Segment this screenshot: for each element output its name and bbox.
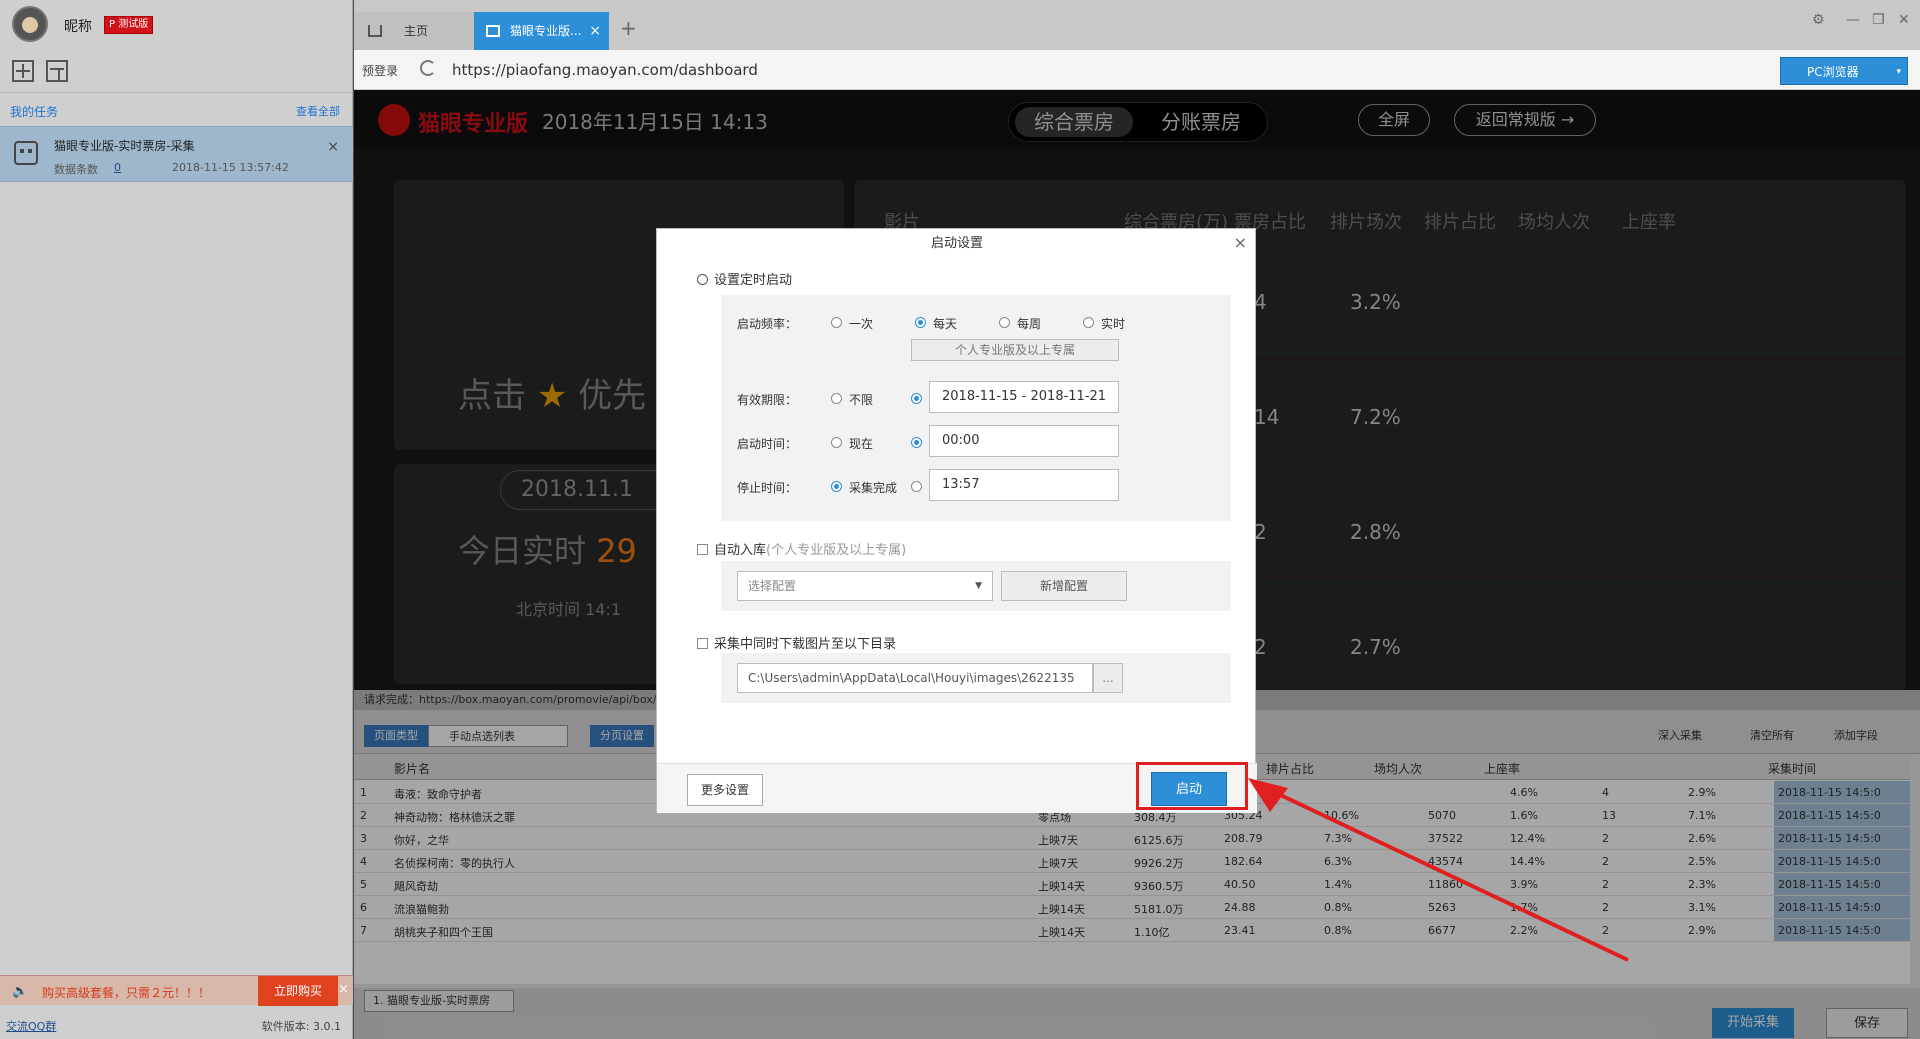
download-panel: C:\Users\admin\AppData\Local\Houyi\image… [721,653,1231,703]
task-count-label: 数据条数 [54,163,98,176]
new-config-button[interactable]: 新增配置 [1001,571,1127,601]
tab-bar: 主页 猫眼专业版... × + ⚙ — ❐ ✕ [354,0,1920,50]
new-task-icon[interactable] [12,60,34,82]
browse-button[interactable]: ... [1093,663,1123,693]
freq-realtime-label: 实时 [1101,317,1126,331]
dialog-title: 启动设置 [930,236,983,251]
my-tasks-header: 我的任务 查看全部 [0,92,352,124]
app-window: 昵称 P 测试版 我的任务 查看全部 猫眼专业版-实时票房-采集 数据条数 0 … [0,0,1920,1039]
auto-db-section: 自动入库(个人专业版及以上专属) [697,539,906,558]
auto-db-note: (个人专业版及以上专属) [766,543,907,558]
settings-icon[interactable]: ⚙ [1812,12,1825,28]
tab-close-icon[interactable]: × [589,12,601,50]
timer-panel: 启动频率： 一次 每天 每周 实时 个人专业版及以上专属 有效期限： 不限 20… [721,295,1231,521]
auto-db-panel: 选择配置 ▼ 新增配置 [721,561,1231,611]
valid-range-radio[interactable] [911,393,922,404]
task-time: 2018-11-15 13:57:42 [172,161,289,174]
promo-close-icon[interactable]: × [338,982,349,997]
promo-text: 购买高级套餐，只需２元！！！ [42,986,211,1000]
promo-bar: 🔈 购买高级套餐，只需２元！！！ 立即购买 × [0,975,353,1006]
start-time-label: 启动时间： [737,437,798,451]
my-tasks-label: 我的任务 [10,105,59,119]
speaker-icon: 🔈 [12,984,29,999]
start-time-input[interactable]: 00:00 [929,425,1119,457]
version-badge: P 测试版 [104,16,154,34]
pointer-arrow [1248,778,1629,962]
valid-unlimited-label: 不限 [849,393,874,407]
chevron-down-icon: ▼ [975,581,982,591]
template-icon[interactable] [46,60,68,82]
auto-db-checkbox[interactable] [697,544,708,555]
maximize-icon[interactable]: ❐ [1872,12,1885,28]
pro-only-tag: 个人专业版及以上专属 [911,339,1119,361]
freq-weekly-label: 每周 [1017,317,1042,331]
select-config-label: 选择配置 [748,579,797,593]
view-all-link[interactable]: 查看全部 [296,103,340,119]
select-config-dropdown[interactable]: 选择配置 ▼ [737,571,993,601]
more-settings-button[interactable]: 更多设置 [687,774,763,806]
task-count[interactable]: 0 [114,161,121,174]
software-version: 软件版本: 3.0.1 [261,1020,341,1033]
pc-browser-button[interactable]: PC浏览器 ▾ [1780,57,1908,85]
stop-at-radio[interactable] [911,481,922,492]
timer-section-label: 设置定时启动 [714,273,793,288]
refresh-icon[interactable] [420,60,436,76]
prelogin-button[interactable]: 预登录 [362,62,398,79]
start-settings-dialog: 启动设置 × 设置定时启动 启动频率： 一次 每天 每周 实时 个人专业版及以上… [656,228,1257,813]
minimize-icon[interactable]: — [1846,12,1860,28]
freq-once-radio[interactable] [831,317,842,328]
stop-done-label: 采集完成 [849,481,898,495]
new-tab-icon[interactable]: + [620,16,637,40]
freq-realtime-radio[interactable] [1083,317,1094,328]
sidebar-footer: 交流QQ群 软件版本: 3.0.1 [0,1008,353,1039]
address-bar: 预登录 https://piaofang.maoyan.com/dashboar… [354,50,1920,90]
user-header: 昵称 P 测试版 [0,0,352,50]
start-now-radio[interactable] [831,437,842,448]
stop-time-label: 停止时间： [737,481,798,495]
start-at-radio[interactable] [911,437,922,448]
avatar[interactable] [12,6,48,42]
valid-unlimited-radio[interactable] [831,393,842,404]
timer-section-title: 设置定时启动 [697,269,792,288]
sidebar-toolbar [0,50,352,92]
freq-daily-radio[interactable] [915,317,926,328]
tab-home-label: 主页 [404,24,429,38]
sidebar: 昵称 P 测试版 我的任务 查看全部 猫眼专业版-实时票房-采集 数据条数 0 … [0,0,353,1039]
tab-home[interactable]: 主页 [354,12,474,50]
nickname: 昵称 [64,19,92,35]
freq-daily-label: 每天 [933,317,958,331]
tab-maoyan-label: 猫眼专业版... [510,24,582,38]
dialog-close-icon[interactable]: × [1234,233,1247,252]
auto-db-label: 自动入库 [714,543,767,558]
freq-once-label: 一次 [849,317,874,331]
arrow-head [1248,778,1288,812]
qq-group-link[interactable]: 交流QQ群 [6,1018,56,1034]
home-icon [368,25,382,37]
arrow-shaft [1269,788,1629,962]
clock-icon [697,274,708,285]
valid-label: 有效期限： [737,393,798,407]
robot-icon [14,141,38,165]
tab-maoyan[interactable]: 猫眼专业版... × [474,12,609,50]
download-label: 采集中同时下载图片至以下目录 [714,637,897,652]
download-checkbox[interactable] [697,638,708,649]
image-path-input[interactable]: C:\Users\admin\AppData\Local\Houyi\image… [737,663,1093,693]
start-highlight-box [1136,762,1248,810]
pc-browser-label: PC浏览器 [1807,65,1859,79]
valid-range-input[interactable]: 2018-11-15 - 2018-11-21 [929,381,1119,413]
freq-label: 启动频率： [737,317,798,331]
start-now-label: 现在 [849,437,874,451]
task-close-icon[interactable]: × [327,139,339,155]
stop-done-radio[interactable] [831,481,842,492]
stop-time-input[interactable]: 13:57 [929,469,1119,501]
freq-weekly-radio[interactable] [999,317,1010,328]
url-input[interactable]: https://piaofang.maoyan.com/dashboard [452,61,758,79]
task-item[interactable]: 猫眼专业版-实时票房-采集 数据条数 0 2018-11-15 13:57:42… [0,126,353,182]
close-window-icon[interactable]: ✕ [1898,12,1910,28]
page-icon [486,25,500,37]
buy-now-button[interactable]: 立即购买 [258,976,338,1006]
task-title: 猫眼专业版-实时票房-采集 [54,139,195,153]
download-section: 采集中同时下载图片至以下目录 [697,633,896,652]
chevron-down-icon: ▾ [1896,67,1901,77]
